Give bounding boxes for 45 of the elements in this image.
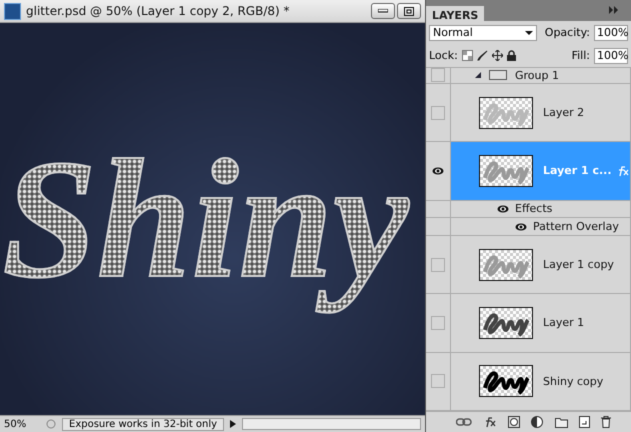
effects-row[interactable]: Effects [451, 200, 630, 218]
opacity-label: Opacity: [544, 26, 590, 39]
minimize-button[interactable] [371, 3, 395, 19]
half-circle-icon[interactable] [531, 416, 544, 428]
document-title: glitter.psd @ 50% (Layer 1 copy 2, RGB/8) * [26, 4, 291, 18]
expand-arrow-icon[interactable] [475, 72, 481, 78]
effects-label: Effects [515, 202, 552, 216]
status-message: Exposure works in 32-bit only [62, 418, 224, 430]
layers-tab[interactable]: LAYERS [426, 6, 484, 21]
link-icon[interactable] [456, 418, 472, 426]
mask-icon[interactable] [508, 416, 520, 428]
minimize-icon [378, 9, 388, 13]
layer-name: Layer 1 c... [543, 164, 612, 178]
folder-icon[interactable] [554, 416, 568, 428]
layer-row[interactable]: Layer 1 [451, 294, 630, 352]
effect-name: Pattern Overlay [533, 220, 619, 234]
layer-name: Shiny copy [543, 374, 604, 388]
lock-label: Lock: [429, 49, 458, 62]
layer-name: Layer 2 [543, 106, 584, 119]
lock-icon[interactable] [506, 50, 516, 61]
opacity-field[interactable]: 100% [594, 24, 628, 40]
fill-field[interactable]: 100% [594, 48, 628, 64]
brush-icon[interactable] [476, 50, 488, 61]
info-icon [46, 419, 56, 429]
blend-mode-dropdown[interactable]: Normal [429, 24, 537, 40]
restore-icon [404, 6, 414, 16]
new-layer-icon[interactable] [579, 416, 590, 428]
lock-transparency-icon[interactable] [462, 50, 473, 61]
folder-icon [489, 70, 507, 80]
layer-row[interactable]: Layer 2 [451, 84, 630, 142]
move-icon[interactable] [492, 50, 503, 61]
app-logo-icon [4, 2, 21, 20]
zoom-level: 50% [4, 418, 28, 430]
layer-name: Layer 1 [543, 316, 584, 330]
fill-label: Fill: [572, 49, 590, 62]
maximize-button[interactable] [397, 3, 421, 19]
layer-row[interactable]: Group 1 [451, 68, 630, 83]
layer-row[interactable]: Shiny copy [451, 352, 630, 410]
dropdown-caret-icon [524, 30, 533, 34]
trash-icon[interactable] [601, 416, 612, 428]
effect-row[interactable]: Pattern Overlay [451, 218, 630, 235]
layer-name: Layer 1 copy [543, 258, 614, 272]
layer-name: Group 1 [515, 68, 559, 82]
layer-row[interactable]: Layer 1 copy [451, 236, 630, 294]
play-icon[interactable] [230, 420, 236, 428]
